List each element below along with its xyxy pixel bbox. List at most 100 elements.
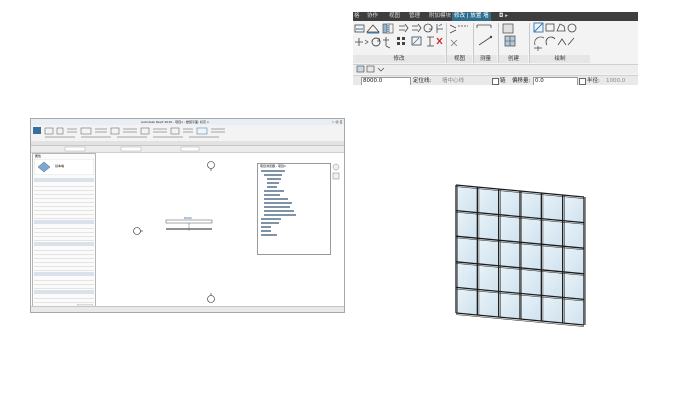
glass-panel[interactable] bbox=[562, 220, 585, 249]
steering-wheel-icon[interactable] bbox=[332, 163, 340, 171]
browser-node[interactable] bbox=[261, 234, 277, 236]
browser-node[interactable] bbox=[264, 190, 284, 192]
browser-node[interactable] bbox=[264, 202, 292, 204]
zoom-icon[interactable] bbox=[332, 172, 340, 180]
property-row[interactable] bbox=[34, 237, 94, 241]
elevation-marker-west[interactable] bbox=[133, 227, 144, 235]
glass-panel[interactable] bbox=[519, 190, 542, 219]
rectangle-draw-icon[interactable] bbox=[545, 23, 555, 32]
glass-panel[interactable] bbox=[498, 265, 521, 294]
view-tools-icon[interactable] bbox=[449, 24, 468, 47]
line-draw-icon[interactable] bbox=[533, 22, 544, 33]
depth-input[interactable]: 8000.0 bbox=[361, 77, 411, 85]
split-icon[interactable] bbox=[355, 38, 369, 46]
browser-node[interactable] bbox=[267, 178, 281, 180]
glass-panel[interactable] bbox=[541, 218, 563, 247]
tab-addins[interactable]: 附加模块 bbox=[429, 12, 451, 21]
browser-node[interactable] bbox=[264, 214, 296, 216]
glass-panel[interactable] bbox=[541, 243, 563, 273]
elevation-marker-south[interactable] bbox=[207, 293, 215, 303]
property-row[interactable] bbox=[34, 267, 94, 271]
pick-lines-icon[interactable] bbox=[534, 46, 542, 51]
glass-panel[interactable] bbox=[455, 287, 478, 316]
offset-icon[interactable] bbox=[366, 24, 380, 34]
glass-panel[interactable] bbox=[477, 263, 499, 292]
trim-icon[interactable] bbox=[436, 23, 443, 33]
glass-panel[interactable] bbox=[541, 269, 563, 298]
glass-panel[interactable] bbox=[541, 192, 563, 221]
circle-draw-icon[interactable] bbox=[567, 23, 577, 33]
tab-manage[interactable]: 管理 bbox=[409, 12, 420, 21]
mirror-icon[interactable] bbox=[382, 23, 394, 34]
tab-modify-place-wall[interactable]: 修改 | 放置 墙 bbox=[452, 12, 491, 21]
glass-panel[interactable] bbox=[477, 212, 499, 241]
delete-icon[interactable] bbox=[436, 37, 443, 45]
browser-node[interactable] bbox=[267, 186, 277, 188]
glass-panel[interactable] bbox=[477, 186, 499, 215]
chain-checkbox[interactable] bbox=[492, 78, 499, 85]
rotate2-icon[interactable] bbox=[371, 37, 381, 47]
tab-view[interactable]: 视图 bbox=[389, 12, 400, 21]
glass-panel[interactable] bbox=[519, 241, 542, 271]
property-row[interactable] bbox=[34, 299, 94, 303]
glass-panel[interactable] bbox=[455, 235, 478, 265]
property-row[interactable] bbox=[34, 215, 94, 219]
glass-panel[interactable] bbox=[498, 291, 521, 320]
radius-value[interactable]: 1000.0 bbox=[606, 76, 625, 85]
location-line-value[interactable]: 墙中心线 bbox=[442, 76, 464, 85]
elevation-marker-north[interactable] bbox=[207, 161, 215, 172]
measure-icon[interactable] bbox=[476, 24, 493, 46]
align-icon[interactable] bbox=[354, 24, 365, 33]
polygon-draw-icon[interactable] bbox=[556, 23, 566, 32]
pin-icon[interactable] bbox=[427, 36, 434, 47]
glass-panel[interactable] bbox=[562, 297, 585, 326]
scale-icon[interactable] bbox=[411, 36, 422, 46]
glass-panel[interactable] bbox=[477, 289, 499, 318]
navigation-bar[interactable] bbox=[331, 163, 341, 193]
open-icon[interactable] bbox=[356, 65, 365, 73]
move-icon[interactable] bbox=[399, 23, 409, 33]
glass-panel[interactable] bbox=[455, 261, 478, 290]
save-icon[interactable] bbox=[366, 65, 375, 73]
browser-node[interactable] bbox=[264, 206, 290, 208]
component-icon[interactable] bbox=[502, 23, 516, 47]
wall-segment[interactable] bbox=[165, 219, 213, 231]
copy-icon[interactable] bbox=[412, 23, 422, 33]
glass-panel[interactable] bbox=[498, 188, 521, 217]
tab-collaborate[interactable]: 协作 bbox=[367, 12, 378, 21]
glass-panel[interactable] bbox=[455, 210, 478, 239]
glass-panel[interactable] bbox=[455, 184, 478, 213]
glass-panel[interactable] bbox=[541, 295, 563, 324]
curtain-wall-panels[interactable] bbox=[455, 184, 586, 327]
tab-overflow[interactable]: ◘ ▸ bbox=[499, 12, 508, 21]
glass-panel[interactable] bbox=[519, 267, 542, 296]
browser-node[interactable] bbox=[267, 182, 279, 184]
browser-node[interactable] bbox=[261, 226, 271, 228]
property-row[interactable] bbox=[34, 285, 94, 289]
browser-node[interactable] bbox=[264, 174, 282, 176]
glass-panel[interactable] bbox=[477, 237, 499, 267]
glass-panel[interactable] bbox=[519, 293, 542, 322]
radius-checkbox[interactable] bbox=[579, 78, 586, 85]
offset-input[interactable]: 0.0 bbox=[533, 77, 578, 85]
unpin-icon[interactable] bbox=[383, 37, 391, 49]
tab-structure[interactable]: 格 bbox=[354, 12, 360, 21]
browser-node[interactable] bbox=[261, 222, 279, 224]
array-icon[interactable] bbox=[397, 37, 405, 45]
arc-draw-icon[interactable] bbox=[534, 36, 575, 46]
browser-node[interactable] bbox=[264, 194, 280, 196]
browser-node[interactable] bbox=[261, 170, 285, 172]
glass-panel[interactable] bbox=[519, 216, 542, 245]
browser-node[interactable] bbox=[261, 218, 281, 220]
glass-panel[interactable] bbox=[562, 271, 585, 300]
browser-node[interactable] bbox=[261, 230, 271, 232]
rotate-icon[interactable] bbox=[423, 23, 433, 33]
dropdown-icon[interactable] bbox=[377, 67, 385, 72]
browser-node[interactable] bbox=[264, 198, 288, 200]
glass-panel[interactable] bbox=[498, 239, 521, 269]
glass-panel[interactable] bbox=[562, 194, 585, 223]
properties-title: 属性 bbox=[35, 154, 42, 158]
glass-panel[interactable] bbox=[562, 245, 585, 275]
glass-panel[interactable] bbox=[498, 214, 521, 243]
browser-node[interactable] bbox=[264, 210, 294, 212]
